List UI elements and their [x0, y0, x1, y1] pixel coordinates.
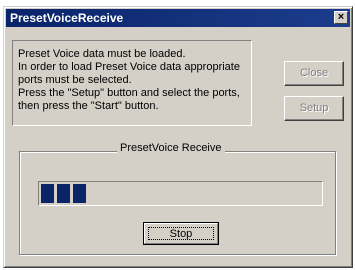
message-line: Press the "Setup" button and select the … — [18, 87, 240, 99]
stop-button-face: Stop — [144, 223, 218, 244]
message-line: then press the "Start" button. — [18, 100, 159, 112]
message-line: ports must be selected. — [18, 74, 132, 86]
group-legend: PresetVoice Receive — [117, 142, 225, 154]
progress-fill — [41, 184, 86, 203]
stop-button[interactable]: Stop — [143, 222, 219, 245]
title-bar[interactable]: PresetVoiceReceive × — [6, 9, 350, 27]
progress-block — [41, 184, 54, 203]
message-panel: Preset Voice data must be loaded. In ord… — [12, 40, 252, 126]
message-line: In order to load Preset Voice data appro… — [18, 61, 240, 73]
message-line: Preset Voice data must be loaded. — [18, 48, 186, 60]
progress-block — [57, 184, 70, 203]
setup-button[interactable]: Setup — [284, 96, 344, 121]
progress-block — [73, 184, 86, 203]
progress-bar — [38, 181, 323, 206]
window-title: PresetVoiceReceive — [10, 11, 124, 25]
close-button[interactable]: Close — [284, 61, 344, 86]
close-icon[interactable]: × — [334, 11, 348, 24]
stop-button-label: Stop — [148, 227, 214, 240]
